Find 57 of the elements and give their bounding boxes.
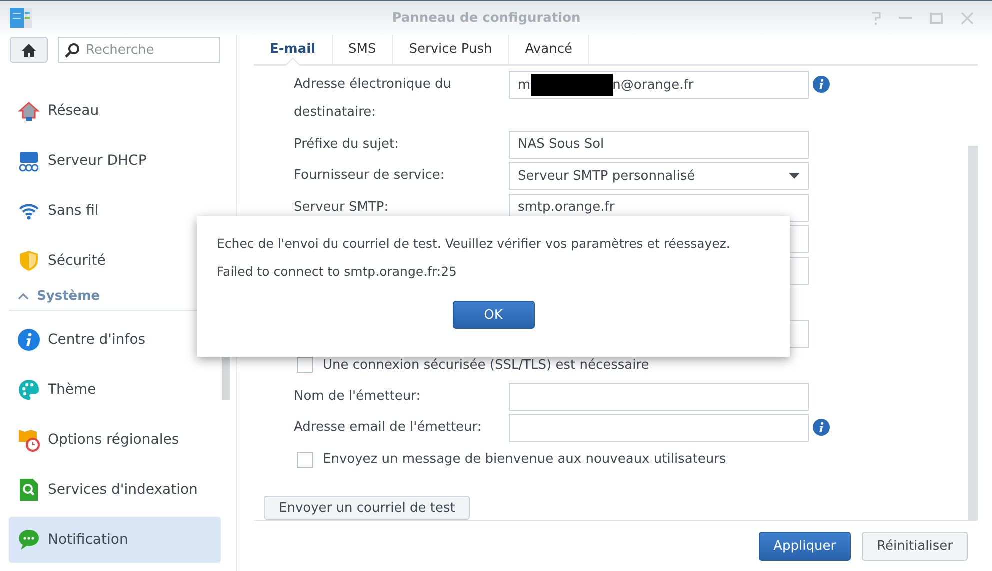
control-panel-icon — [10, 6, 32, 30]
caret-icon — [18, 292, 29, 300]
map-clock-icon — [18, 428, 40, 452]
checkbox[interactable] — [297, 357, 313, 373]
checkbox-label: Envoyez un message de bienvenue aux nouveaux utilisateurs — [323, 452, 726, 467]
info-icon[interactable] — [813, 419, 830, 436]
palette-icon — [18, 379, 40, 401]
help-icon[interactable] — [871, 12, 881, 24]
sidebar-item[interactable]: Thème — [9, 367, 221, 413]
sidebar-item[interactable]: Centre d'infos — [9, 317, 221, 363]
sidebar-item[interactable]: Services d'indexation — [9, 467, 221, 513]
field-label: Préfixe du sujet: — [294, 136, 400, 154]
search-document-icon — [18, 478, 40, 502]
shield-icon — [18, 250, 40, 272]
search-box[interactable]: Recherche — [58, 37, 220, 63]
home-icon — [21, 42, 37, 58]
email-field[interactable]: m n@orange.fr — [509, 71, 809, 99]
ok-button[interactable]: OK — [452, 301, 534, 329]
sidebar-item[interactable]: Sans fil — [9, 188, 221, 234]
checkbox[interactable] — [297, 452, 313, 468]
tab[interactable]: Avancé — [509, 35, 590, 64]
dropdown[interactable]: Serveur SMTP personnalisé — [509, 162, 809, 190]
dialog-message: Failed to connect to smtp.orange.fr:25 — [217, 264, 458, 279]
input-field[interactable] — [509, 382, 809, 410]
input-field[interactable]: NAS Sous Sol — [509, 130, 809, 158]
tab[interactable]: Service Push — [393, 35, 510, 64]
dialog-message: Echec de l'envoi du courriel de test. Veuillez vérifier vos paramètres et réessayez. — [217, 236, 732, 251]
apply-button[interactable]: Appliquer — [758, 532, 852, 560]
scrollbar[interactable] — [968, 146, 978, 520]
sidebar-item[interactable]: Réseau — [9, 88, 221, 134]
info-icon[interactable] — [813, 76, 830, 93]
field-label: Fournisseur de service: — [294, 167, 446, 185]
reset-button[interactable]: Réinitialiser — [862, 532, 968, 560]
send-test-button[interactable]: Envoyer un courriel de test — [264, 496, 470, 520]
checkbox-label: Une connexion sécurisée (SSL/TLS) est nécessaire — [323, 358, 650, 372]
field-label: Nom de l'émetteur: — [294, 388, 422, 406]
chat-bubble-icon — [18, 529, 40, 551]
window-title: Panneau de configuration — [391, 10, 582, 26]
close-icon[interactable] — [961, 12, 974, 24]
home-button[interactable] — [10, 37, 48, 63]
search-icon — [65, 42, 80, 58]
input-field[interactable] — [509, 414, 809, 442]
sidebar-item[interactable]: Options régionales — [9, 417, 221, 463]
section-label: Système — [37, 288, 100, 304]
tab[interactable]: E-mail — [254, 35, 333, 64]
tab[interactable]: SMS — [332, 35, 394, 64]
sidebar-item[interactable]: Notification — [9, 517, 221, 563]
maximize-icon[interactable] — [930, 12, 943, 24]
house-icon — [18, 100, 40, 122]
info-icon — [18, 329, 40, 351]
minimize-icon[interactable] — [899, 17, 912, 19]
field-label: Adresse email de l'émetteur: — [294, 419, 483, 437]
field-label: Serveur SMTP: — [294, 198, 390, 216]
sidebar-item[interactable]: Serveur DHCP — [9, 138, 221, 184]
network-icon — [18, 150, 40, 172]
dropdown-arrow-icon — [789, 173, 800, 179]
field-label: Adresse électronique du destinataire: — [294, 76, 452, 122]
